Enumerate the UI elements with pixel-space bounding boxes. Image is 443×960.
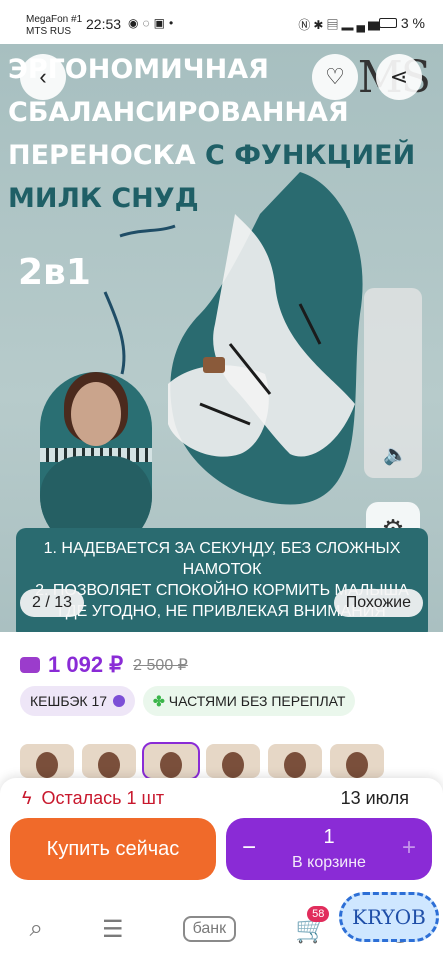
thumbnail[interactable]	[206, 744, 260, 778]
battery-percent: 3 %	[400, 15, 425, 31]
nfc-icon: Ⓝ	[298, 18, 314, 32]
signal-icon: ▂▄▆	[341, 18, 383, 32]
clover-icon: ✤	[153, 693, 165, 709]
shop-icon: •	[168, 16, 178, 30]
installments-label: ЧАСТЯМИ БЕЗ ПЕРЕПЛАТ	[168, 693, 346, 709]
volume-icon[interactable]: 🔈	[383, 442, 408, 467]
thumbnail[interactable]	[82, 744, 136, 778]
carrier-line-1: MegaFon #1	[26, 14, 83, 25]
notification-icons: ◉◌▣•	[128, 16, 177, 30]
product-image[interactable]: ЭРГОНОМИЧНАЯ СБАЛАНСИРОВАННАЯ ПЕРЕНОСКА …	[0, 44, 443, 632]
stock-info: ϟ Осталась 1 шт	[22, 788, 164, 809]
buy-now-button[interactable]: Купить сейчас	[10, 818, 216, 880]
carrier-info: MegaFon #1 MTS RUS	[26, 14, 82, 38]
carrier-line-2: MTS RUS	[26, 26, 71, 37]
share-button[interactable]: ⋖	[376, 54, 422, 100]
purchase-sheet: ϟ Осталась 1 шт 13 июля Купить сейчас − …	[0, 778, 443, 898]
thumbnail[interactable]	[20, 744, 74, 778]
woman-photo	[40, 372, 152, 552]
bluetooth-icon: ✱	[313, 18, 327, 32]
messenger-icon: ▣	[153, 16, 169, 30]
status-bar: MegaFon #1 MTS RUS 22:53 ◉◌▣• Ⓝ✱▤▂▄▆ 3 %	[0, 0, 443, 44]
thumbnail[interactable]	[330, 744, 384, 778]
cashback-icon	[113, 695, 126, 707]
price-old: 2 500 ₽	[133, 657, 188, 674]
wallet-icon	[20, 657, 40, 673]
badges: КЕШБЭК 17 ✤ ЧАСТЯМИ БЕЗ ПЕРЕПЛАТ	[20, 686, 356, 716]
whatsapp-icon: ◌	[142, 16, 154, 30]
similar-button[interactable]: Похожие	[333, 589, 423, 617]
thumbnail[interactable]	[268, 744, 322, 778]
bolt-icon: ϟ	[22, 788, 32, 808]
catalog-icon[interactable]: ☰	[102, 915, 124, 944]
feature-line-1: 1. НАДЕВАЕТСЯ ЗА СЕКУНДУ, БЕЗ СЛОЖНЫХ	[43, 540, 401, 557]
delivery-date: 13 июля	[340, 788, 409, 808]
feature-line-2: НАМОТОК	[182, 561, 262, 578]
thumbnail-selected[interactable]	[142, 742, 200, 780]
volte-icon: ▤	[326, 18, 342, 32]
favorite-button[interactable]: ♡	[312, 54, 358, 100]
cart-count-badge: 58	[307, 905, 330, 922]
back-button[interactable]: ‹	[20, 54, 66, 100]
brand-tag	[203, 357, 225, 373]
chevron-left-icon: ‹	[39, 64, 47, 89]
gallery-pager: 2 / 13	[20, 589, 85, 617]
share-icon: ⋖	[389, 64, 409, 89]
status-time: 22:53	[86, 16, 122, 32]
watermark-badge: KRYOB	[339, 892, 439, 942]
home-search-icon[interactable]: ⌕	[30, 915, 43, 943]
cart-icon[interactable]: 🛒 58	[295, 905, 330, 945]
thumbnail-strip	[20, 742, 384, 780]
bank-button[interactable]: банк	[182, 916, 237, 942]
battery-icon	[379, 18, 397, 28]
cashback-badge[interactable]: КЕШБЭК 17	[20, 686, 136, 716]
increase-button[interactable]: +	[402, 834, 416, 862]
cashback-label: КЕШБЭК 17	[30, 693, 108, 709]
system-icons: Ⓝ✱▤▂▄▆	[298, 16, 383, 33]
heart-icon: ♡	[325, 64, 345, 89]
price-current: 1 092 ₽	[48, 652, 124, 677]
notification-icon: ◉	[128, 16, 143, 30]
installments-badge[interactable]: ✤ ЧАСТЯМИ БЕЗ ПЕРЕПЛАТ	[143, 686, 356, 716]
cart-stepper: − 1 В корзине +	[226, 818, 432, 880]
price-row: 1 092 ₽ 2 500 ₽	[20, 651, 188, 679]
stock-left: Осталась 1 шт	[41, 788, 165, 808]
